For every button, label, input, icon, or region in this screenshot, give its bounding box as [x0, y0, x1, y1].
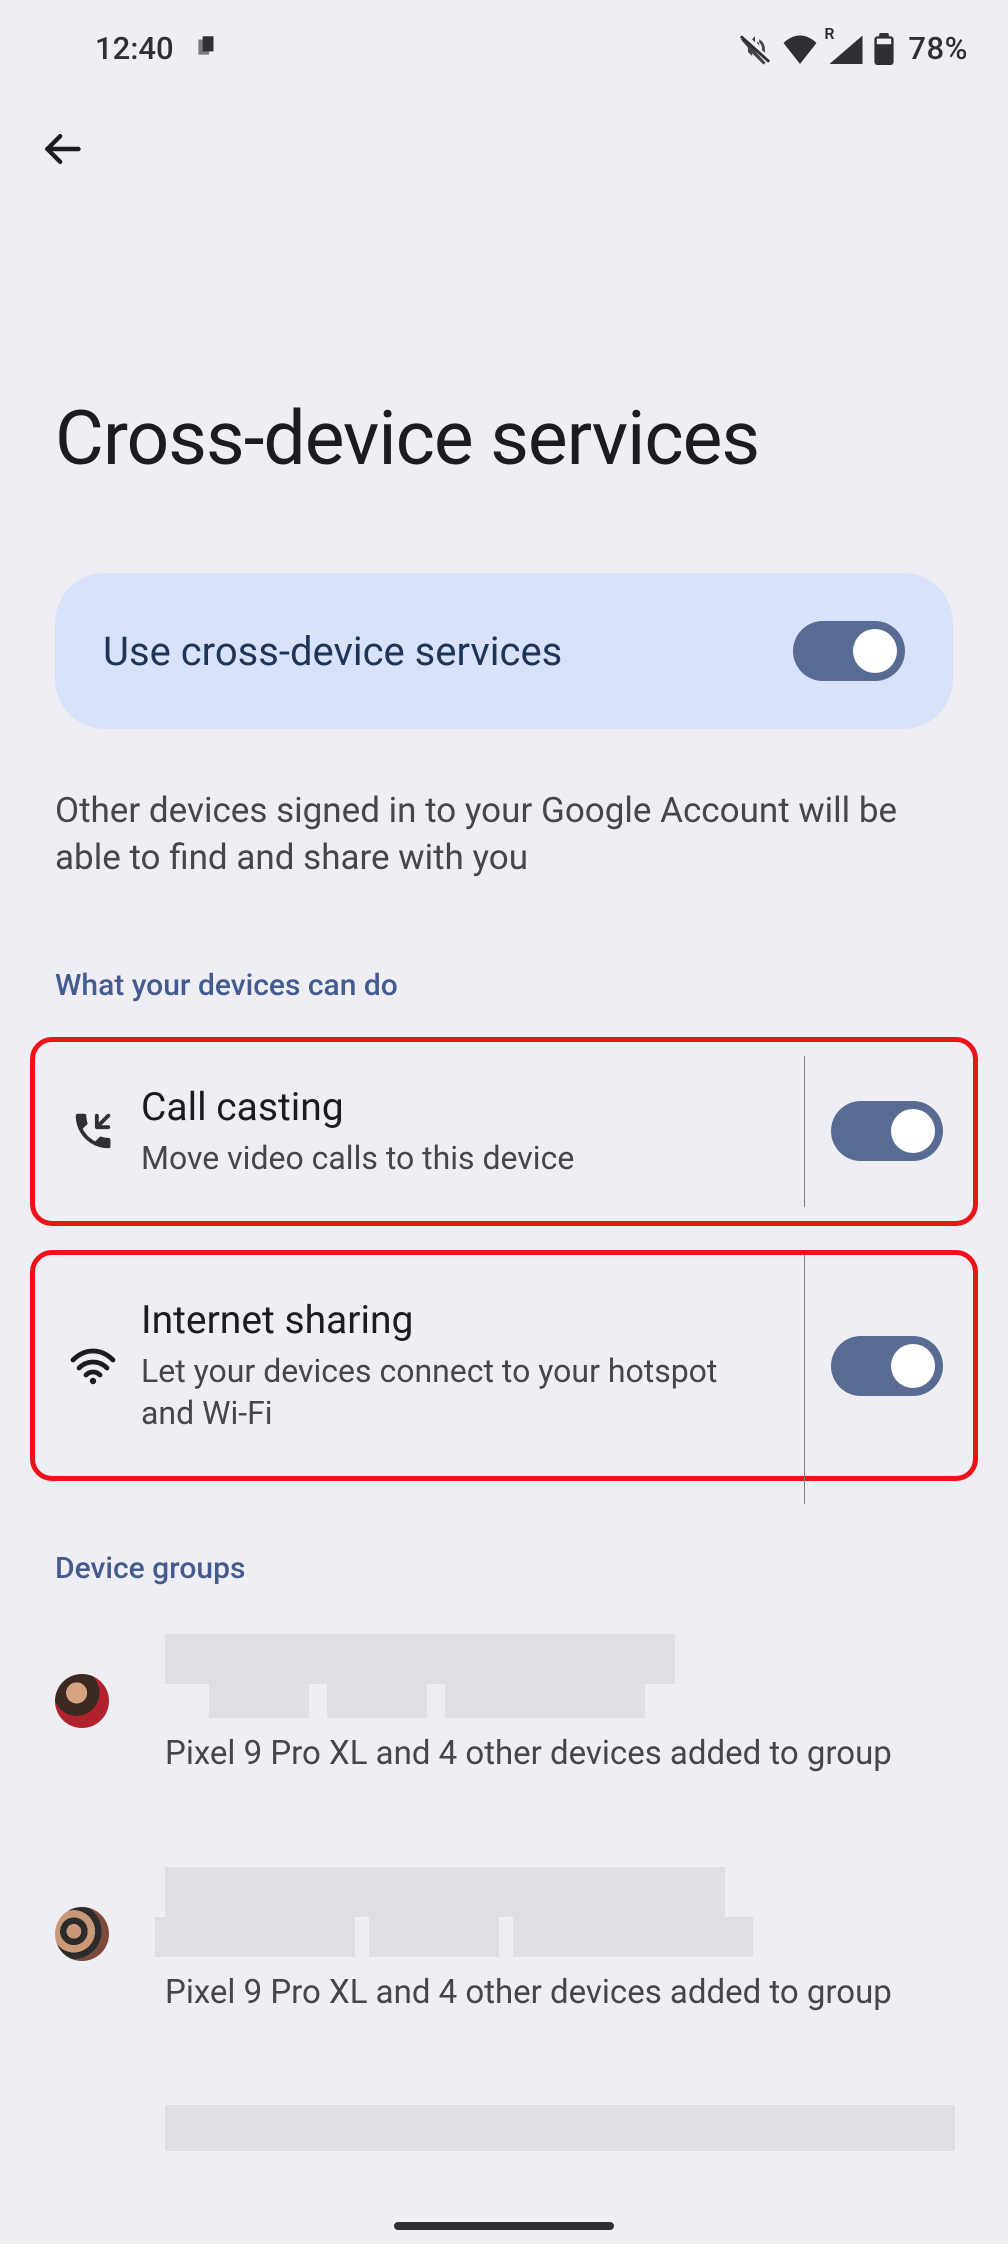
status-bar: 12:40 R 78%	[0, 0, 1008, 67]
back-button[interactable]	[40, 127, 84, 175]
master-toggle-description: Other devices signed in to your Google A…	[0, 729, 1008, 882]
avatar	[55, 1907, 109, 1961]
device-group-subtitle: Pixel 9 Pro XL and 4 other devices added…	[165, 1732, 953, 1777]
master-toggle-switch[interactable]	[793, 621, 905, 681]
device-group-row[interactable]: Pixel 9 Pro XL and 4 other devices added…	[0, 1847, 1008, 2036]
master-toggle-card[interactable]: Use cross-device services	[55, 573, 953, 729]
master-toggle-label: Use cross-device services	[103, 628, 562, 675]
roaming-indicator: R	[824, 24, 834, 43]
signal-icon: R	[828, 34, 864, 64]
call-casting-toggle[interactable]	[831, 1101, 943, 1161]
row-call-casting[interactable]: Call casting Move video calls to this de…	[35, 1042, 973, 1222]
battery-text: 78%	[908, 30, 968, 67]
section-header-capabilities: What your devices can do	[0, 882, 1008, 1003]
device-group-row[interactable]: Pixel 9 Pro XL and 4 other devices added…	[0, 1614, 1008, 1797]
call-casting-subtitle: Move video calls to this device	[141, 1138, 762, 1180]
highlight-call-casting: Call casting Move video calls to this de…	[30, 1037, 978, 1227]
section-header-device-groups: Device groups	[0, 1481, 1008, 1586]
status-right: R 78%	[738, 30, 968, 67]
highlight-internet-sharing: Internet sharing Let your devices connec…	[30, 1250, 978, 1481]
status-left: 12:40	[95, 30, 220, 67]
battery-icon	[874, 33, 894, 65]
redacted-name	[165, 1634, 953, 1684]
avatar	[55, 1674, 109, 1728]
phone-callback-icon	[53, 1108, 133, 1154]
row-divider	[804, 1056, 805, 1208]
vibrate-icon	[738, 32, 772, 66]
status-time: 12:40	[95, 30, 174, 67]
wifi-icon	[782, 34, 818, 64]
device-group-row[interactable]	[0, 2085, 1008, 2171]
page-title: Cross-device services	[0, 175, 1008, 483]
internet-sharing-toggle[interactable]	[831, 1336, 943, 1396]
call-casting-title: Call casting	[141, 1084, 762, 1130]
internet-sharing-title: Internet sharing	[141, 1297, 762, 1343]
internet-sharing-subtitle: Let your devices connect to your hotspot…	[141, 1351, 762, 1434]
row-divider	[804, 1255, 805, 1504]
nfc-icon	[194, 30, 220, 67]
device-group-subtitle: Pixel 9 Pro XL and 4 other devices added…	[165, 1971, 953, 2016]
home-indicator[interactable]	[394, 2222, 614, 2230]
wifi-icon	[53, 1346, 133, 1386]
row-internet-sharing[interactable]: Internet sharing Let your devices connec…	[35, 1255, 973, 1476]
